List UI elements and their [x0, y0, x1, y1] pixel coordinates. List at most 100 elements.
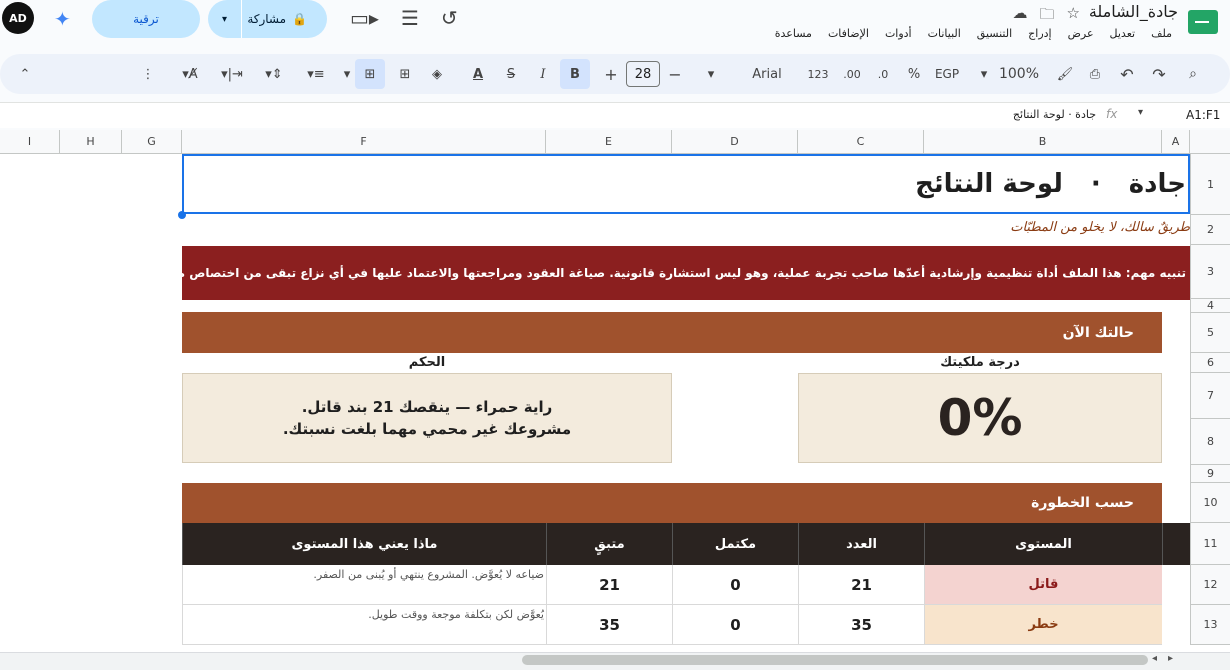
done-cell-danger[interactable]: 0	[672, 605, 798, 645]
row-header-8[interactable]: 8	[1190, 419, 1230, 465]
menu-view[interactable]: عرض	[1068, 27, 1094, 40]
row-header-7[interactable]: 7	[1190, 373, 1230, 419]
increase-font-icon[interactable]: +	[600, 54, 622, 94]
vertical-align-icon[interactable]: ▾⇕	[256, 54, 292, 94]
redo-icon[interactable]: ↷	[1146, 54, 1172, 94]
row-header-3[interactable]: 3	[1190, 245, 1230, 299]
font-size-input[interactable]: 28	[626, 61, 660, 87]
share-dropdown-icon[interactable]: ▾	[208, 0, 242, 38]
menu-help[interactable]: مساعدة	[775, 27, 812, 40]
scroll-right-icon[interactable]: ▸	[1168, 653, 1173, 664]
meaning-cell-danger[interactable]: يُعوَّض لكن بتكلفة موجعة ووقت طويل.	[182, 605, 546, 645]
move-folder-icon[interactable]: 🗀	[1040, 4, 1055, 29]
history-icon[interactable]: ↺	[441, 6, 458, 30]
search-menus-icon[interactable]: ⌕	[1180, 54, 1206, 94]
horizontal-scrollbar[interactable]: ◂ ▸	[0, 652, 1230, 670]
currency-format-button[interactable]: EGP	[930, 54, 964, 94]
decrease-font-icon[interactable]: −	[664, 54, 686, 94]
upgrade-button[interactable]: ترقية	[92, 0, 200, 38]
italic-button[interactable]: I	[530, 54, 556, 94]
select-all-corner[interactable]	[1190, 130, 1230, 154]
th-meaning: ماذا يعني هذا المستوى	[182, 523, 546, 565]
remaining-cell-danger[interactable]: 35	[546, 605, 672, 645]
zoom-dropdown-icon[interactable]: ▾	[974, 54, 994, 94]
menu-insert[interactable]: إدراج	[1028, 27, 1051, 40]
tagline: طريقٌ سالك، لا يخلو من المطبّات	[1010, 220, 1190, 235]
row-header-11[interactable]: 11	[1190, 523, 1230, 565]
font-family-select[interactable]: Arial	[744, 54, 790, 94]
menu-format[interactable]: التنسيق	[977, 27, 1012, 40]
increase-decimal-button[interactable]: .00	[838, 54, 866, 94]
text-rotation-icon[interactable]: ▾A̸	[172, 54, 208, 94]
row-header-6[interactable]: 6	[1190, 353, 1230, 373]
collapse-toolbar-icon[interactable]: ⌃	[12, 54, 38, 94]
level-cell-fatal[interactable]: قاتل	[924, 565, 1162, 605]
row-header-9[interactable]: 9	[1190, 465, 1230, 483]
row-header-2[interactable]: 2	[1190, 215, 1230, 245]
menu-extensions[interactable]: الإضافات	[828, 27, 869, 40]
percent-format-button[interactable]: %	[902, 54, 926, 94]
decrease-decimal-button[interactable]: .0	[870, 54, 896, 94]
verdict-line-1: راية حمراء — ينقصك 21 بند قاتل.	[301, 398, 553, 416]
sheets-logo-icon[interactable]	[1188, 10, 1218, 34]
avatar[interactable]: AD	[2, 2, 34, 34]
share-button[interactable]: 🔒 مشاركة ▾	[208, 0, 327, 38]
remaining-cell-fatal[interactable]: 21	[546, 565, 672, 605]
row-header-12[interactable]: 12	[1190, 565, 1230, 605]
column-header-h[interactable]: H	[60, 130, 122, 154]
row-header-10[interactable]: 10	[1190, 483, 1230, 523]
column-header-e[interactable]: E	[546, 130, 672, 154]
formula-input[interactable]: جادة · لوحة النتائج	[796, 108, 1096, 121]
column-header-c[interactable]: C	[798, 130, 924, 154]
fill-color-icon[interactable]: ◈	[424, 54, 450, 94]
row-header-13[interactable]: 13	[1190, 605, 1230, 645]
menu-tools[interactable]: أدوات	[885, 27, 912, 40]
number-format-button[interactable]: 123	[804, 54, 832, 94]
meaning-cell-fatal[interactable]: ضياعه لا يُعوَّض. المشروع ينتهي أو يُبنى…	[182, 565, 546, 605]
merge-cells-icon[interactable]: ⊞	[355, 59, 385, 89]
row-header-4[interactable]: 4	[1190, 299, 1230, 313]
column-header-a[interactable]: A	[1162, 130, 1190, 154]
scrollbar-thumb[interactable]	[522, 655, 1148, 665]
strikethrough-icon[interactable]: S	[498, 54, 524, 94]
menu-edit[interactable]: تعديل	[1110, 27, 1136, 40]
column-header-i[interactable]: I	[0, 130, 60, 154]
comments-icon[interactable]: ☰	[401, 6, 419, 30]
done-cell-fatal[interactable]: 0	[672, 565, 798, 605]
zoom-select[interactable]: 100%	[998, 54, 1040, 94]
text-wrap-icon[interactable]: ▾|⇥	[214, 54, 250, 94]
merge-dropdown-icon[interactable]: ▾	[342, 54, 352, 94]
print-icon[interactable]: ⎙	[1082, 54, 1108, 94]
column-header-b[interactable]: B	[924, 130, 1162, 154]
level-cell-danger[interactable]: خطر	[924, 605, 1162, 645]
column-header-g[interactable]: G	[122, 130, 182, 154]
font-dropdown-icon[interactable]: ▾	[700, 54, 722, 94]
cloud-status-icon[interactable]: ☁	[1013, 4, 1028, 29]
borders-icon[interactable]: ⊞	[392, 54, 418, 94]
row-header-5[interactable]: 5	[1190, 313, 1230, 353]
scroll-left-icon[interactable]: ◂	[1152, 653, 1157, 664]
undo-icon[interactable]: ↶	[1114, 54, 1140, 94]
title-cell[interactable]: جادة · لوحة النتائج	[182, 154, 1190, 214]
more-options-icon[interactable]: ⋮	[136, 54, 160, 94]
name-box[interactable]: A1:F1	[1186, 108, 1220, 122]
menu-data[interactable]: البيانات	[928, 27, 961, 40]
share-label: مشاركة	[247, 12, 287, 26]
meet-icon[interactable]: ▭▸	[350, 6, 379, 30]
bold-button[interactable]: B	[560, 59, 590, 89]
column-header-d[interactable]: D	[672, 130, 798, 154]
row-header-1[interactable]: 1	[1190, 154, 1230, 215]
doc-title[interactable]: جادة_الشاملة	[1089, 2, 1178, 21]
star-icon[interactable]: ☆	[1067, 4, 1080, 29]
menu-file[interactable]: ملف	[1151, 27, 1172, 40]
name-box-dropdown-icon[interactable]: ▾	[1138, 107, 1143, 118]
gemini-icon[interactable]: ✦	[54, 7, 71, 31]
th-level: المستوى	[924, 523, 1162, 565]
count-cell-danger[interactable]: 35	[798, 605, 924, 645]
text-color-icon[interactable]: A	[464, 54, 492, 94]
selection-handle[interactable]	[178, 211, 186, 219]
paint-format-icon[interactable]: 🖌	[1052, 54, 1078, 94]
column-header-f[interactable]: F	[182, 130, 546, 154]
horizontal-align-icon[interactable]: ▾≡	[298, 54, 334, 94]
count-cell-fatal[interactable]: 21	[798, 565, 924, 605]
